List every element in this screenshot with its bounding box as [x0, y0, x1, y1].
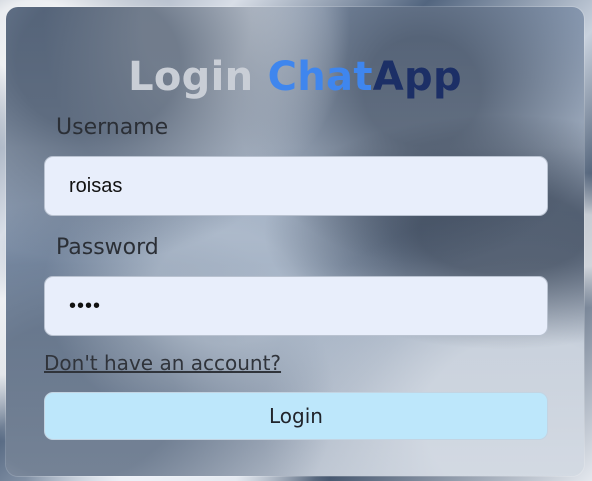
title-login-text: Login [128, 54, 268, 100]
register-link[interactable]: Don't have an account? [44, 351, 281, 375]
title-app-text: App [372, 54, 462, 100]
app-title: Login ChatApp [6, 54, 584, 100]
login-card: Login ChatApp Username Password Don't ha… [6, 7, 584, 476]
password-input[interactable] [44, 276, 548, 336]
title-chat-text: Chat [267, 54, 373, 100]
password-label: Password [56, 235, 159, 260]
username-label: Username [56, 115, 169, 140]
username-input[interactable] [44, 156, 548, 216]
login-button[interactable]: Login [44, 392, 548, 440]
